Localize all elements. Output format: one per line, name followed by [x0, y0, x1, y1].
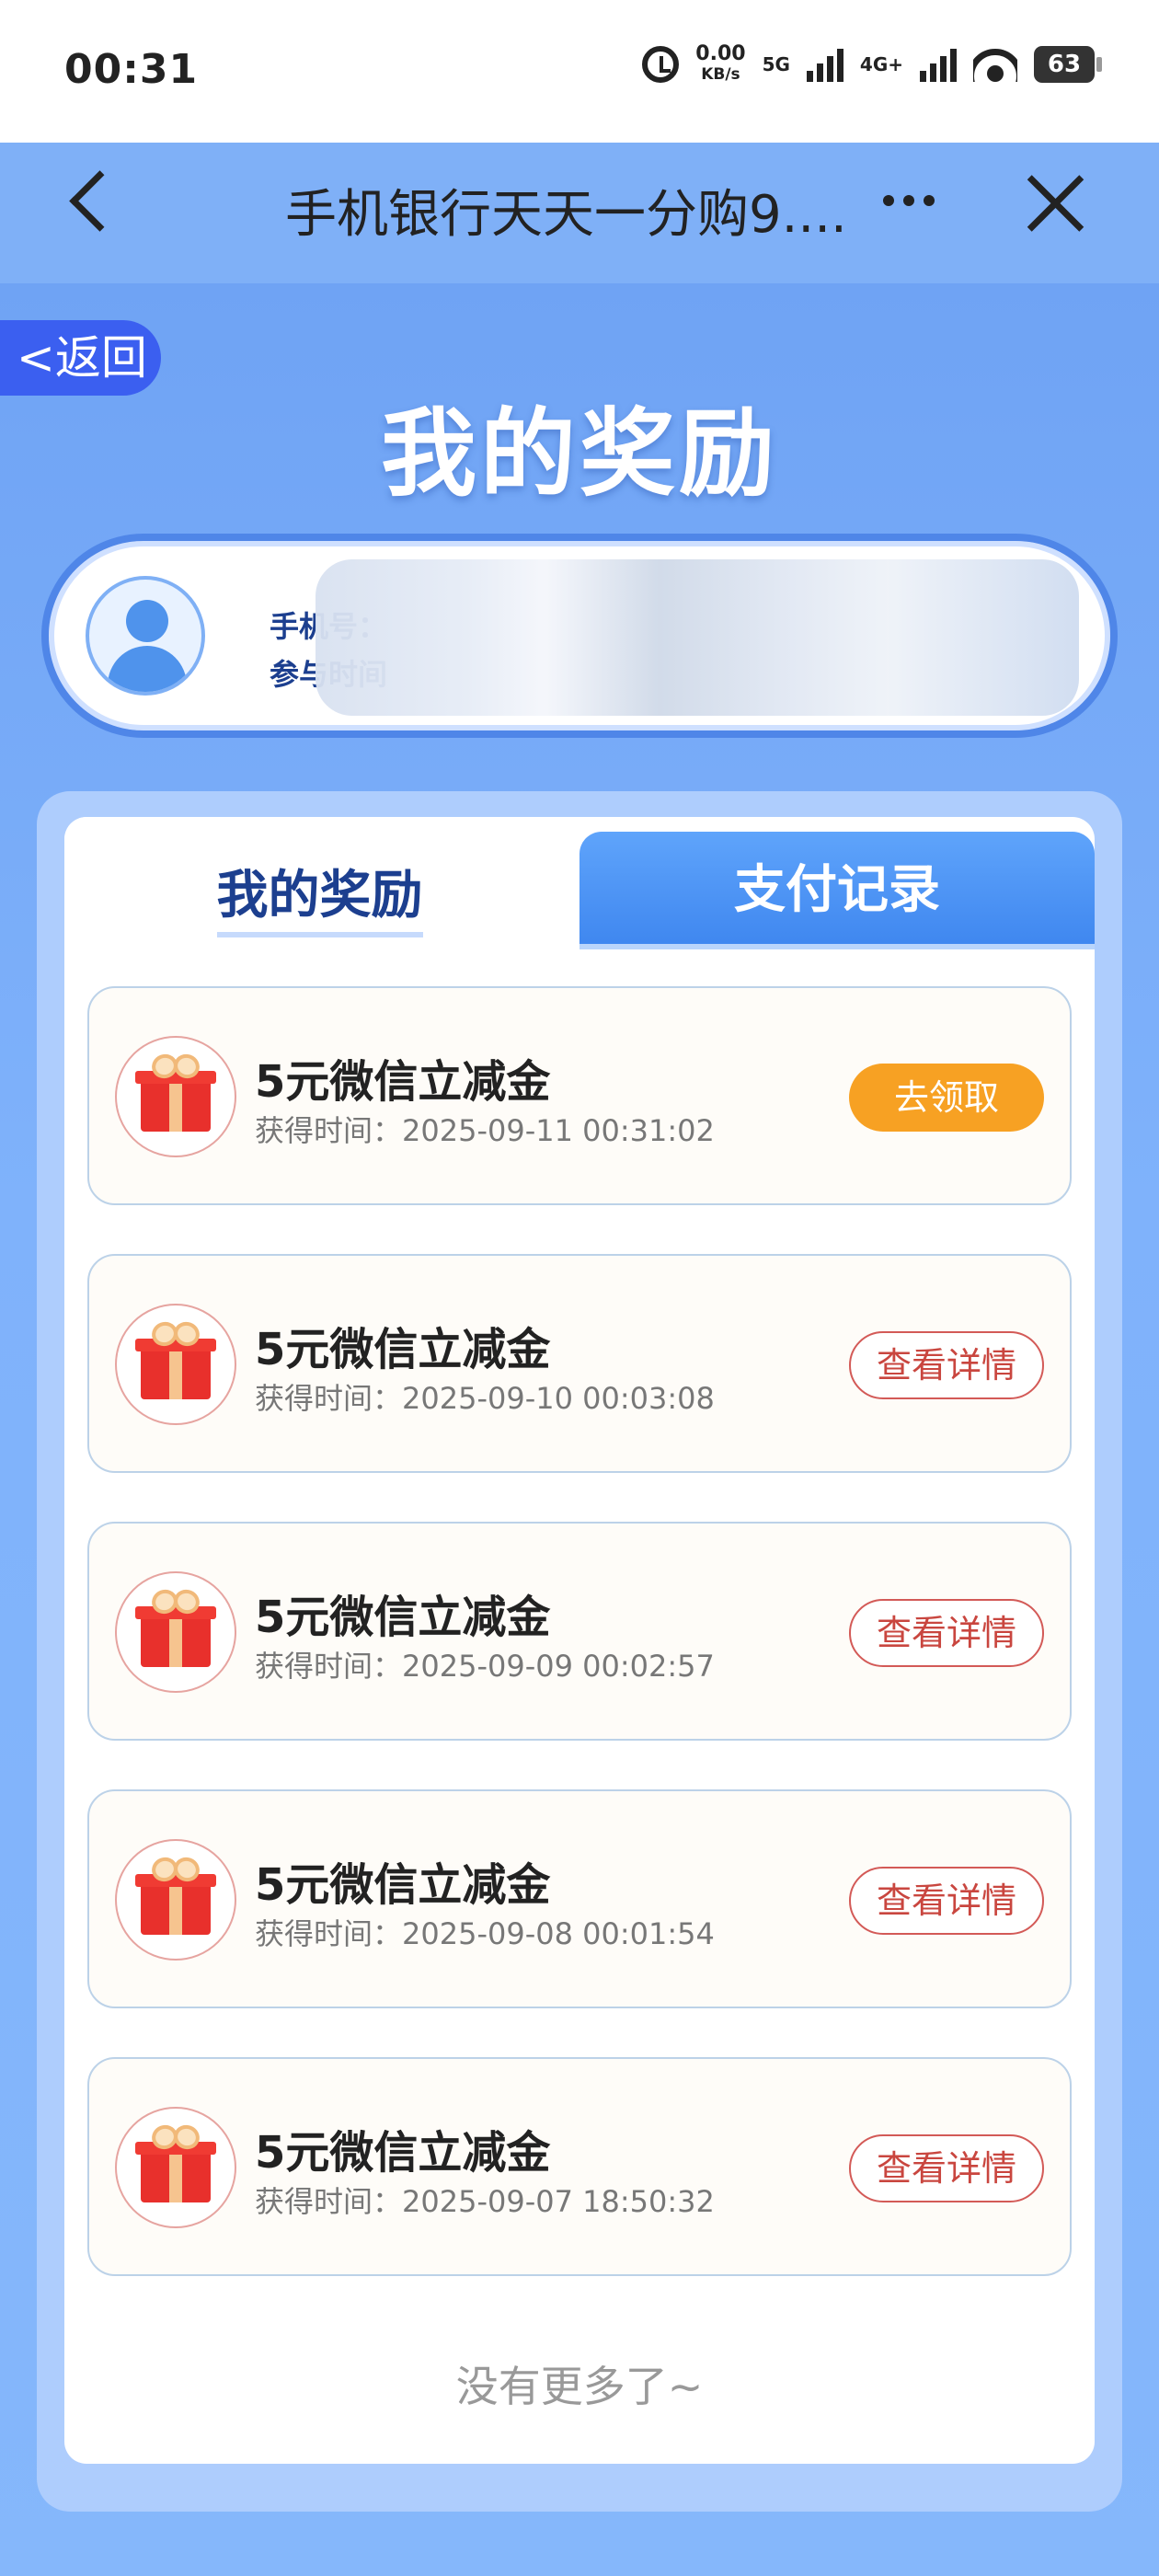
network-speed-value: 0.00	[695, 42, 746, 65]
network-speed: 0.00 KB/s	[695, 44, 745, 85]
close-icon[interactable]	[1023, 171, 1087, 236]
reward-time: 获得时间：2025-09-10 00:03:08	[255, 1381, 715, 1416]
signal-icon	[806, 47, 843, 82]
no-more-text: 没有更多了~	[455, 2362, 704, 2411]
gift-icon	[115, 2107, 236, 2228]
clock: 00:31	[64, 46, 199, 93]
tab-payment-records[interactable]: 支付记录	[580, 832, 1095, 949]
reward-title: 5元微信立减金	[255, 1859, 551, 1911]
reward-item: 5元微信立减金 获得时间：2025-09-09 00:02:57 查看详情	[87, 1522, 1072, 1741]
view-details-button[interactable]: 查看详情	[849, 1599, 1044, 1667]
view-details-button[interactable]: 查看详情	[849, 2134, 1044, 2202]
page-title: 我的奖励	[380, 397, 778, 510]
claim-button[interactable]: 去领取	[849, 1064, 1044, 1132]
battery-icon: 63	[1034, 46, 1102, 83]
status-icons: 0.00 KB/s 5G 4G+ 63	[642, 44, 1102, 85]
network-speed-unit: KB/s	[701, 65, 740, 84]
reward-item: 5元微信立减金 获得时间：2025-09-10 00:03:08 查看详情	[87, 1254, 1072, 1473]
page-header-title: 手机银行天天一分购9....	[285, 185, 847, 245]
network-type-5g: 5G	[762, 53, 790, 75]
reward-title: 5元微信立减金	[255, 1324, 551, 1375]
gift-icon	[115, 1036, 236, 1157]
main-content: <返回 我的奖励 手机号： 参与时间 我的奖励 支付记录 5元微信立减金 获得时…	[0, 283, 1159, 2576]
reward-time: 获得时间：2025-09-09 00:02:57	[255, 1649, 715, 1684]
alarm-icon	[642, 46, 680, 83]
reward-item: 5元微信立减金 获得时间：2025-09-07 18:50:32 查看详情	[87, 2057, 1072, 2276]
rewards-panel-inner: 我的奖励 支付记录 5元微信立减金 获得时间：2025-09-11 00:31:…	[64, 817, 1095, 2464]
reward-title: 5元微信立减金	[255, 1056, 551, 1108]
reward-time: 获得时间：2025-09-11 00:31:02	[255, 1113, 715, 1148]
battery-level: 63	[1047, 51, 1082, 78]
user-info-card: 手机号： 参与时间	[41, 534, 1118, 738]
view-details-button[interactable]: 查看详情	[849, 1867, 1044, 1935]
reward-time: 获得时间：2025-09-08 00:01:54	[255, 1916, 715, 1951]
tab-my-rewards-label: 我的奖励	[216, 854, 423, 937]
status-bar: 00:31 0.00 KB/s 5G 4G+ 63	[0, 0, 1159, 143]
rewards-panel: 我的奖励 支付记录 5元微信立减金 获得时间：2025-09-11 00:31:…	[37, 791, 1122, 2512]
reward-title: 5元微信立减金	[255, 2127, 551, 2179]
gift-icon	[115, 1571, 236, 1693]
reward-title: 5元微信立减金	[255, 1592, 551, 1643]
avatar	[86, 576, 205, 696]
reward-item: 5元微信立减金 获得时间：2025-09-11 00:31:02 去领取	[87, 986, 1072, 1205]
reward-item: 5元微信立减金 获得时间：2025-09-08 00:01:54 查看详情	[87, 1789, 1072, 2008]
privacy-mosaic	[316, 559, 1079, 716]
wifi-icon	[973, 47, 1017, 82]
more-icon[interactable]	[883, 195, 935, 206]
back-icon[interactable]	[69, 170, 131, 232]
view-details-button[interactable]: 查看详情	[849, 1331, 1044, 1399]
network-type-4g: 4G+	[859, 53, 903, 75]
gift-icon	[115, 1304, 236, 1425]
gift-icon	[115, 1839, 236, 1961]
signal-icon-2	[920, 47, 957, 82]
tab-my-rewards[interactable]: 我的奖励	[64, 817, 575, 950]
reward-time: 获得时间：2025-09-07 18:50:32	[255, 2184, 715, 2219]
